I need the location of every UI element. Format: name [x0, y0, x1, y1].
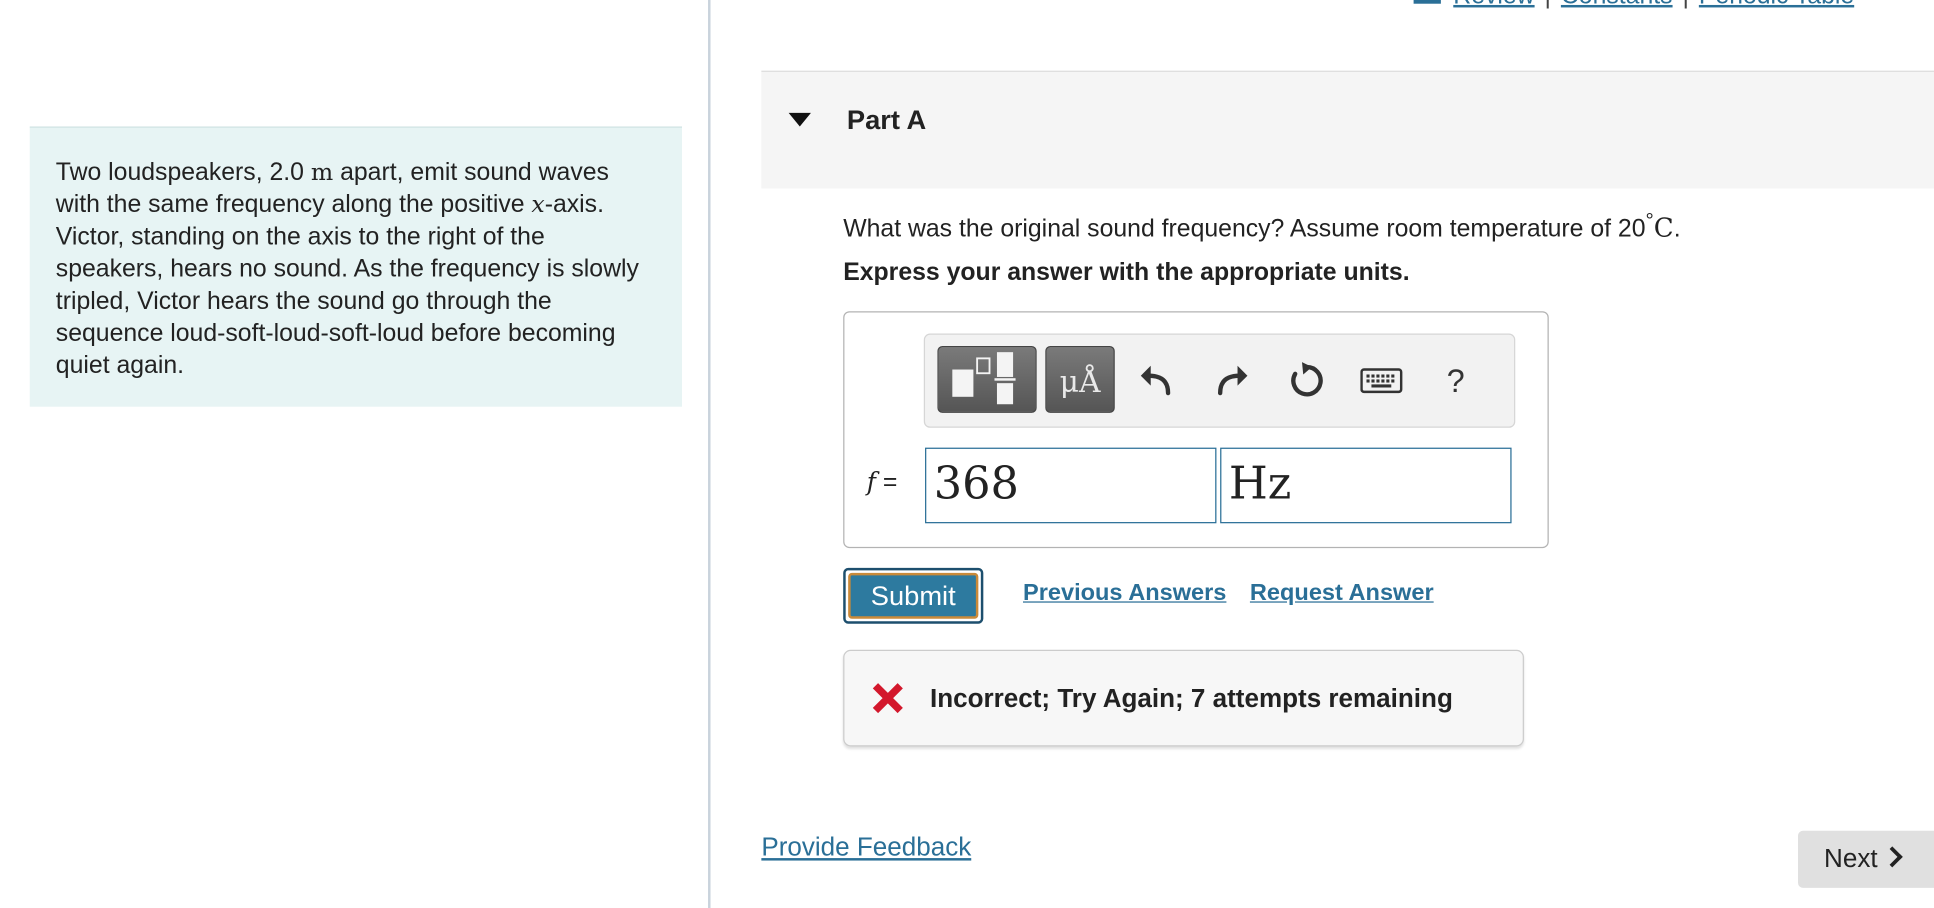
- incorrect-x-icon: [872, 683, 903, 714]
- submit-label: Submit: [848, 572, 979, 619]
- caret-down-icon[interactable]: [788, 112, 811, 127]
- undo-icon[interactable]: [1135, 360, 1177, 402]
- reset-icon[interactable]: [1286, 360, 1328, 402]
- problem-intro: Two loudspeakers, 2.0 m apart, emit soun…: [29, 126, 682, 407]
- question-period: .: [1673, 215, 1681, 243]
- variable-label: f =: [867, 466, 898, 497]
- review-link[interactable]: Review: [1453, 0, 1534, 10]
- part-title: Part A: [846, 104, 927, 136]
- answer-box: μÅ ? f = 368 Hz: [843, 311, 1549, 549]
- unit-celsius: C: [1653, 212, 1674, 243]
- book-icon: [1413, 0, 1441, 4]
- pane-divider[interactable]: [708, 0, 711, 908]
- math-toolbar: μÅ ?: [923, 333, 1516, 428]
- next-label: Next: [1824, 844, 1878, 873]
- link-separator: |: [1545, 0, 1551, 10]
- feedback-box: Incorrect; Try Again; 7 attempts remaini…: [843, 649, 1524, 747]
- question-body: What was the original sound frequency? A…: [843, 215, 1646, 243]
- value-input[interactable]: 368: [925, 447, 1217, 524]
- intro-unit-m: m: [310, 158, 334, 186]
- templates-icon: [952, 352, 1016, 405]
- equals-sign: =: [882, 468, 898, 496]
- next-button[interactable]: Next: [1798, 830, 1934, 888]
- constants-link[interactable]: Constants: [1561, 0, 1673, 10]
- units-button[interactable]: μÅ: [1045, 345, 1115, 413]
- submit-button[interactable]: Submit: [843, 567, 984, 624]
- variable-f: f: [866, 466, 876, 496]
- previous-answers-link[interactable]: Previous Answers: [1023, 580, 1226, 607]
- answer-instruction: Express your answer with the appropriate…: [843, 259, 1410, 287]
- intro-var-x: x: [531, 190, 545, 219]
- feedback-message: Incorrect; Try Again; 7 attempts remaini…: [930, 684, 1453, 713]
- part-a-header[interactable]: Part A: [761, 70, 1934, 189]
- problem-pane: Two loudspeakers, 2.0 m apart, emit soun…: [0, 0, 708, 908]
- keyboard-icon[interactable]: [1359, 360, 1404, 402]
- resource-links: Review | Constants | Periodic Table: [1413, 0, 1854, 11]
- templates-button[interactable]: [937, 345, 1037, 413]
- intro-text-1: Two loudspeakers, 2.0: [55, 158, 311, 186]
- provide-feedback-link[interactable]: Provide Feedback: [761, 833, 971, 863]
- question-text: What was the original sound frequency? A…: [843, 208, 1680, 244]
- units-input[interactable]: Hz: [1220, 447, 1512, 524]
- chevron-right-icon: [1881, 846, 1903, 868]
- degree-symbol: °: [1645, 208, 1654, 232]
- request-answer-link[interactable]: Request Answer: [1250, 580, 1434, 607]
- redo-icon[interactable]: [1211, 360, 1253, 402]
- intro-text-3: -axis. Victor, standing on the axis to t…: [55, 190, 639, 380]
- periodic-table-link[interactable]: Periodic Table: [1699, 0, 1854, 10]
- help-icon[interactable]: ?: [1435, 360, 1477, 402]
- link-separator: |: [1682, 0, 1688, 10]
- page: Two loudspeakers, 2.0 m apart, emit soun…: [0, 0, 1934, 908]
